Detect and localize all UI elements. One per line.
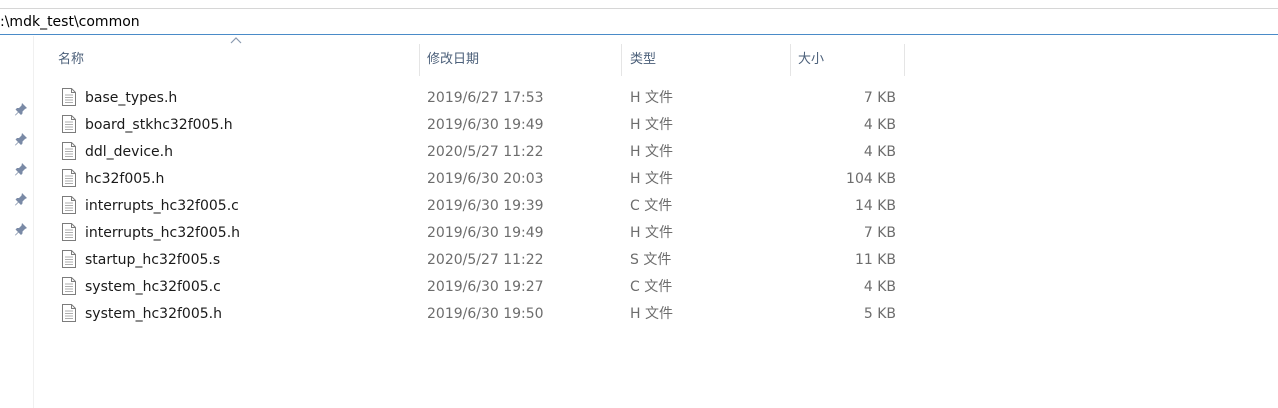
file-date-modified: 2019/6/30 19:50 — [427, 306, 544, 322]
file-type: H 文件 — [630, 117, 673, 133]
file-icon — [62, 304, 76, 322]
file-row[interactable]: interrupts_hc32f005.h 2019/6/30 19:49 H 文件… — [48, 220, 908, 247]
file-date-modified: 2020/5/27 11:22 — [427, 252, 544, 268]
file-name[interactable]: startup_hc32f005.s — [85, 247, 220, 274]
file-name[interactable]: board_stkhc32f005.h — [85, 112, 233, 139]
file-size: 7 KB — [863, 90, 896, 106]
file-row[interactable]: base_types.h 2019/6/27 17:53 H 文件 7 KB — [48, 85, 908, 112]
file-icon — [62, 196, 76, 214]
file-type: H 文件 — [630, 225, 673, 241]
address-path[interactable]: :\mdk_test\common — [0, 13, 140, 31]
pin-icon[interactable] — [14, 102, 28, 116]
column-divider[interactable] — [904, 44, 905, 76]
file-icon — [62, 88, 76, 106]
file-name[interactable]: system_hc32f005.h — [85, 301, 222, 328]
file-size: 5 KB — [863, 306, 896, 322]
file-icon — [62, 223, 76, 241]
file-name[interactable]: base_types.h — [85, 85, 177, 112]
file-type: C 文件 — [630, 198, 673, 214]
file-row[interactable]: system_hc32f005.h 2019/6/30 19:50 H 文件 5 KB — [48, 301, 908, 328]
file-type: C 文件 — [630, 279, 673, 295]
file-icon — [62, 277, 76, 295]
column-header-date[interactable]: 修改日期 — [417, 44, 620, 76]
file-name[interactable]: hc32f005.h — [85, 166, 164, 193]
file-date-modified: 2019/6/30 19:49 — [427, 225, 544, 241]
file-size: 11 KB — [854, 252, 896, 268]
file-size: 4 KB — [863, 117, 896, 133]
file-date-modified: 2019/6/30 20:03 — [427, 171, 544, 187]
file-type: H 文件 — [630, 144, 673, 160]
file-row[interactable]: startup_hc32f005.s 2020/5/27 11:22 S 文件 11 … — [48, 247, 908, 274]
file-type: H 文件 — [630, 171, 673, 187]
column-header-size[interactable]: 大小 — [788, 44, 903, 76]
file-date-modified: 2019/6/30 19:39 — [427, 198, 544, 214]
file-date-modified: 2020/5/27 11:22 — [427, 144, 544, 160]
file-row[interactable]: interrupts_hc32f005.c 2019/6/30 19:39 C 文件… — [48, 193, 908, 220]
address-bar[interactable]: :\mdk_test\common — [0, 8, 1278, 35]
file-size: 4 KB — [863, 279, 896, 295]
file-name[interactable]: system_hc32f005.c — [85, 274, 221, 301]
pin-icon[interactable] — [14, 222, 28, 236]
file-icon — [62, 142, 76, 160]
file-icon — [62, 250, 76, 268]
file-type: S 文件 — [630, 252, 672, 268]
file-date-modified: 2019/6/30 19:27 — [427, 279, 544, 295]
file-explorer-window: :\mdk_test\common 名称 修改日期 类型 大小 base_typ… — [0, 0, 1278, 408]
file-date-modified: 2019/6/27 17:53 — [427, 90, 544, 106]
file-size: 104 KB — [846, 171, 896, 187]
file-row[interactable]: hc32f005.h 2019/6/30 20:03 H 文件 104 KB — [48, 166, 908, 193]
column-header-name[interactable]: 名称 — [48, 44, 418, 76]
file-row[interactable]: board_stkhc32f005.h 2019/6/30 19:49 H 文件 4 … — [48, 112, 908, 139]
column-header-row: 名称 修改日期 类型 大小 — [48, 37, 908, 76]
pin-icon[interactable] — [14, 192, 28, 206]
file-row[interactable]: ddl_device.h 2020/5/27 11:22 H 文件 4 KB — [48, 139, 908, 166]
file-name[interactable]: ddl_device.h — [85, 139, 173, 166]
file-date-modified: 2019/6/30 19:49 — [427, 117, 544, 133]
file-icon — [62, 115, 76, 133]
navigation-pane — [0, 36, 34, 408]
file-size: 4 KB — [863, 144, 896, 160]
file-list: base_types.h 2019/6/27 17:53 H 文件 7 KB board… — [48, 85, 908, 328]
file-type: H 文件 — [630, 306, 673, 322]
file-type: H 文件 — [630, 90, 673, 106]
pin-icon[interactable] — [14, 162, 28, 176]
file-name[interactable]: interrupts_hc32f005.h — [85, 220, 240, 247]
file-size: 7 KB — [863, 225, 896, 241]
column-header-type[interactable]: 类型 — [620, 44, 788, 76]
file-icon — [62, 169, 76, 187]
file-name[interactable]: interrupts_hc32f005.c — [85, 193, 239, 220]
pin-icon[interactable] — [14, 132, 28, 146]
file-row[interactable]: system_hc32f005.c 2019/6/30 19:27 C 文件 4 KB — [48, 274, 908, 301]
file-size: 14 KB — [854, 198, 896, 214]
